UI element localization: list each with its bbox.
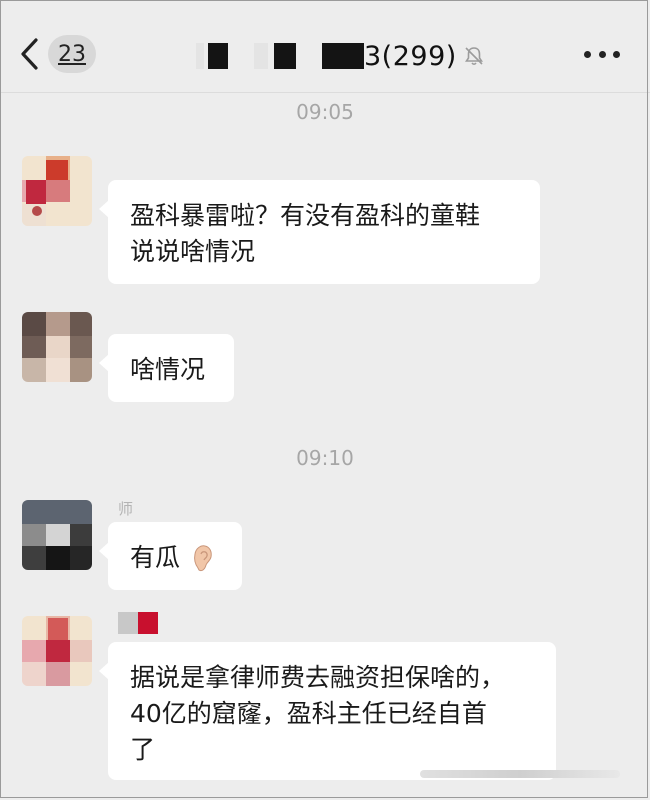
message-text-line: 说说啥情况 [130, 237, 256, 266]
watermark-streak [420, 770, 620, 778]
chat-title[interactable]: 3(299) [196, 38, 485, 74]
ellipsis-icon [584, 50, 591, 58]
sender-name [118, 612, 158, 634]
redacted-text [254, 43, 268, 69]
redacted-text [196, 43, 204, 69]
message-bubble[interactable]: 啥情况 [99, 334, 234, 402]
member-count-title: 3(299) [364, 40, 457, 72]
sender-name: 师 [118, 500, 134, 518]
message-text-line: 40亿的窟窿，盈科主任已经自首 [130, 699, 487, 728]
message-bubble[interactable]: 据说是拿律师费去融资担保啥的， 40亿的窟窿，盈科主任已经自首 了 [99, 642, 556, 780]
chevron-left-icon [21, 38, 38, 70]
message-text-line: 了 [130, 735, 156, 764]
redacted-text [274, 43, 296, 69]
bell-slash-icon [464, 47, 483, 66]
more-options-button[interactable] [584, 44, 620, 64]
avatar[interactable] [22, 156, 92, 226]
message-bubble[interactable]: 有瓜 [99, 522, 242, 590]
redacted-sender [138, 612, 158, 634]
message-bubble[interactable]: 盈科暴雷啦？有没有盈科的童鞋 说说啥情况 [99, 180, 540, 284]
avatar[interactable] [22, 616, 92, 686]
redacted-text [208, 43, 228, 69]
timestamp: 09:05 [296, 100, 354, 124]
chat-header: 23 3(299) [0, 0, 650, 92]
message-text-line: 盈科暴雷啦？有没有盈科的童鞋 [130, 201, 481, 230]
message-text-line: 有瓜 [130, 543, 181, 572]
header-divider [0, 92, 650, 93]
avatar[interactable] [22, 312, 92, 382]
unread-count-badge: 23 [48, 35, 96, 73]
timestamp: 09:10 [296, 446, 354, 470]
message-text-line: 据说是拿律师费去融资担保啥的， [130, 663, 506, 692]
redacted-text [322, 43, 364, 69]
redacted-sender [118, 612, 138, 634]
back-button[interactable]: 23 [18, 34, 108, 74]
message-text-line: 啥情况 [130, 355, 206, 384]
avatar[interactable] [22, 500, 92, 570]
ear-icon [194, 545, 212, 572]
